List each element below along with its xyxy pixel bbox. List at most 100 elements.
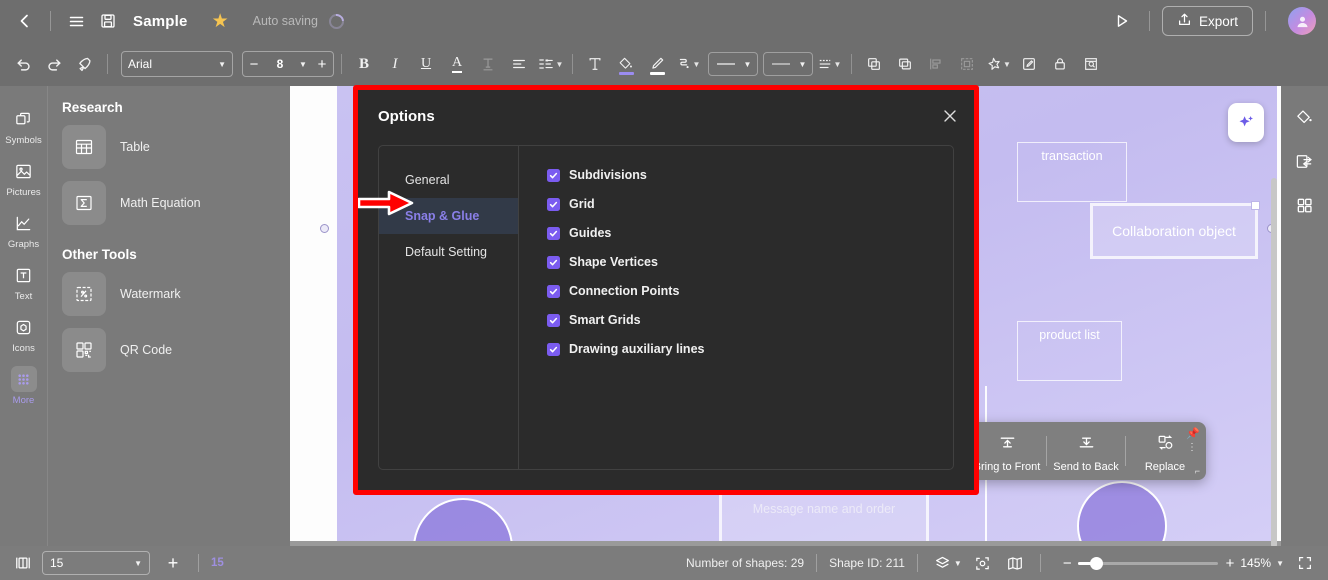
zoom-chevron-icon[interactable]: ▼ <box>1276 559 1284 568</box>
shape-product-list[interactable]: product list <box>1017 321 1122 381</box>
map-overview-icon[interactable] <box>1002 550 1028 576</box>
send-to-back-button[interactable]: Send to Back <box>1049 429 1123 473</box>
font-size-increase-button[interactable]: + <box>311 52 333 76</box>
checkbox-drawing-auxiliary-lines[interactable] <box>547 342 560 356</box>
grid-apps-icon[interactable] <box>1290 190 1320 220</box>
bring-to-front-button[interactable]: Bring to Front <box>970 429 1044 473</box>
shape-label: Message name and order <box>752 502 896 516</box>
rail-item-text[interactable]: Text <box>3 256 45 306</box>
fill-style-icon[interactable] <box>1290 102 1320 132</box>
ai-sparkle-icon[interactable] <box>1228 103 1264 142</box>
page-panel-icon[interactable] <box>10 550 36 576</box>
dialog-tab-default-setting[interactable]: Default Setting <box>379 234 518 270</box>
rail-item-graphs[interactable]: Graphs <box>3 204 45 254</box>
shape-message-name-and-order[interactable]: Message name and order <box>719 491 929 541</box>
font-size-value[interactable]: 8 <box>265 57 295 71</box>
floppy-save-icon[interactable] <box>93 6 123 36</box>
more-dots-icon[interactable]: ⋮ <box>1187 443 1197 453</box>
pin-icon[interactable]: 📌 <box>1186 427 1200 440</box>
connector-line-icon[interactable]: ▼ <box>673 49 703 79</box>
align-left-icon[interactable] <box>504 49 534 79</box>
find-replace-icon[interactable] <box>1076 49 1106 79</box>
font-size-dropdown-icon[interactable]: ▼ <box>295 60 311 69</box>
option-guides[interactable]: Guides <box>547 226 953 240</box>
fullscreen-icon[interactable] <box>1292 550 1318 576</box>
pen-highlight-icon[interactable] <box>642 49 672 79</box>
redo-icon[interactable] <box>39 49 69 79</box>
font-family-select[interactable]: Arial ▼ <box>121 51 233 77</box>
dialog-options-list: Subdivisions Grid Guides Shape Vertices … <box>519 146 953 469</box>
play-present-icon[interactable] <box>1107 6 1137 36</box>
line-dash-dropdown[interactable]: ▼ <box>814 49 844 79</box>
user-avatar[interactable] <box>1288 7 1316 35</box>
document-title[interactable]: Sample <box>133 13 188 30</box>
panel-item-watermark[interactable]: Watermark <box>62 272 290 316</box>
underline-button[interactable]: U <box>411 49 441 79</box>
option-grid[interactable]: Grid <box>547 197 953 211</box>
option-label: Smart Grids <box>569 313 641 327</box>
rail-item-more[interactable]: More <box>3 360 45 410</box>
align-objects-icon[interactable] <box>921 49 951 79</box>
connection-point-left[interactable] <box>320 224 329 233</box>
layers-copy-icon[interactable] <box>890 49 920 79</box>
shape-transaction[interactable]: transaction <box>1017 142 1127 202</box>
option-smart-grids[interactable]: Smart Grids <box>547 313 953 327</box>
shape-collaboration-object[interactable]: Collaboration object <box>1090 201 1260 259</box>
bold-button[interactable]: B <box>349 49 379 79</box>
checkbox-shape-vertices[interactable] <box>547 255 560 269</box>
rail-item-pictures[interactable]: Pictures <box>3 152 45 202</box>
text-box-icon[interactable] <box>580 49 610 79</box>
option-drawing-auxiliary-lines[interactable]: Drawing auxiliary lines <box>547 342 953 356</box>
chevron-left-icon[interactable] <box>10 6 40 36</box>
page-select[interactable]: 15 ▼ <box>42 551 150 575</box>
add-page-button[interactable]: + <box>160 550 186 576</box>
fill-bucket-icon[interactable] <box>611 49 641 79</box>
font-color-button[interactable]: A <box>442 49 472 79</box>
vertical-scrollbar[interactable] <box>1271 178 1277 548</box>
checkbox-smart-grids[interactable] <box>547 313 560 327</box>
export-button[interactable]: Export <box>1161 6 1253 36</box>
zoom-value[interactable]: 145% <box>1240 556 1271 570</box>
shape-circle-left[interactable] <box>413 498 513 541</box>
format-painter-icon[interactable] <box>70 49 100 79</box>
checkbox-grid[interactable] <box>547 197 560 211</box>
page-setup-icon[interactable] <box>1290 146 1320 176</box>
undo-icon[interactable] <box>8 49 38 79</box>
rail-item-icons[interactable]: Icons <box>3 308 45 358</box>
panel-item-table[interactable]: Table <box>62 125 290 169</box>
checkbox-connection-points[interactable] <box>547 284 560 298</box>
font-size-decrease-button[interactable]: − <box>243 52 265 76</box>
hamburger-menu-icon[interactable] <box>61 6 91 36</box>
zoom-in-button[interactable]: + <box>1226 555 1235 572</box>
line-spacing-icon[interactable]: ≡ ▼ <box>535 49 565 79</box>
edit-pencil-icon[interactable] <box>1014 49 1044 79</box>
star-icon[interactable]: ★ <box>212 10 229 33</box>
line-weight-dropdown[interactable]: ▼ <box>763 52 813 76</box>
checkbox-subdivisions[interactable] <box>547 168 560 182</box>
group-icon[interactable] <box>952 49 982 79</box>
close-x-icon[interactable] <box>936 102 964 130</box>
rail-item-symbols[interactable]: Symbols <box>3 100 45 150</box>
effects-star-icon[interactable]: ▼ <box>983 49 1013 79</box>
resize-handle[interactable] <box>1251 201 1260 210</box>
zoom-out-button[interactable]: − <box>1063 555 1072 572</box>
layers-chevron-icon[interactable]: ▼ <box>954 559 962 568</box>
zoom-slider[interactable]: − + <box>1063 555 1235 572</box>
option-connection-points[interactable]: Connection Points <box>547 284 953 298</box>
lock-icon[interactable] <box>1045 49 1075 79</box>
option-subdivisions[interactable]: Subdivisions <box>547 168 953 182</box>
text-effect-icon[interactable] <box>473 49 503 79</box>
layers-icon[interactable] <box>930 550 956 576</box>
duplicate-icon[interactable] <box>859 49 889 79</box>
shape-circle-right[interactable] <box>1077 481 1167 541</box>
resize-corner[interactable]: ⌐ <box>1195 466 1200 476</box>
panel-item-math-equation[interactable]: Math Equation <box>62 181 290 225</box>
italic-button[interactable]: I <box>380 49 410 79</box>
zoom-track[interactable] <box>1077 556 1218 570</box>
zoom-knob[interactable] <box>1089 556 1103 570</box>
line-style-dropdown[interactable]: ▼ <box>708 52 758 76</box>
option-shape-vertices[interactable]: Shape Vertices <box>547 255 953 269</box>
focus-icon[interactable] <box>970 550 996 576</box>
checkbox-guides[interactable] <box>547 226 560 240</box>
panel-item-qr-code[interactable]: QR Code <box>62 328 290 372</box>
